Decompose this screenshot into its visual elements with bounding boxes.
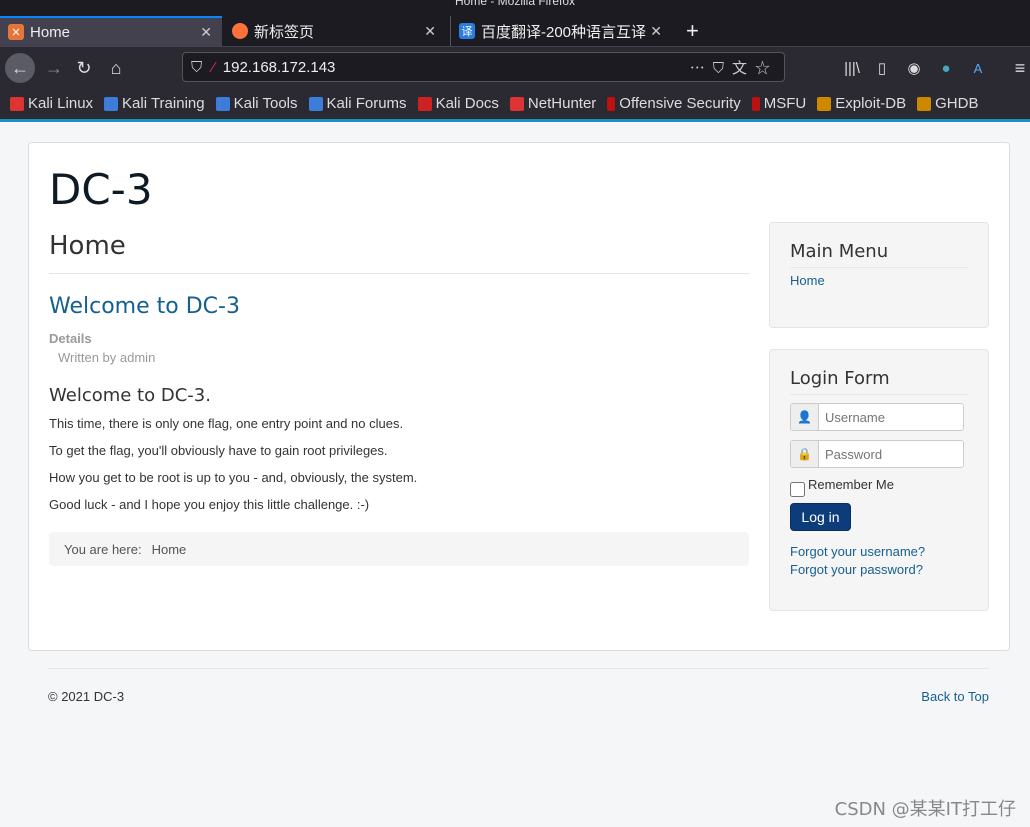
author: Written by admin — [58, 350, 156, 365]
forgot-password-link[interactable]: Forgot your password? — [790, 562, 923, 577]
url-text[interactable]: 192.168.172.143 — [223, 59, 336, 76]
bookmark-nethunter[interactable]: NetHunter — [509, 95, 596, 112]
shield-icon[interactable]: ⛉ — [191, 59, 202, 76]
username-field: 👤 — [790, 403, 964, 431]
paragraph: How you get to be root is up to you - an… — [49, 470, 418, 485]
library-icon[interactable]: |||\ — [838, 54, 866, 82]
bookmark-kali-forums[interactable]: Kali Forums — [308, 95, 407, 112]
footer: © 2021 DC-3 Back to Top — [48, 668, 989, 704]
breadcrumb-current: Home — [151, 541, 187, 557]
main-menu-title: Main Menu — [790, 241, 968, 268]
window-title: Home - Mozilla Firefox — [0, 0, 1030, 14]
paragraph: To get the flag, you'll obviously have t… — [49, 443, 388, 458]
page-top-border — [0, 119, 1030, 122]
forgot-username-link[interactable]: Forgot your username? — [790, 544, 925, 559]
reload-icon[interactable]: ↻ — [70, 54, 98, 82]
paragraph: Good luck - and I hope you enjoy this li… — [49, 497, 370, 512]
forward-icon[interactable]: → — [40, 54, 68, 82]
close-tab-icon[interactable]: ✕ — [650, 23, 662, 40]
close-tab-icon[interactable]: ✕ — [200, 24, 212, 41]
main-menu-module: Main Menu Home — [769, 222, 989, 328]
remember-checkbox[interactable] — [790, 482, 805, 497]
back-icon[interactable]: ← — [5, 53, 35, 83]
account-icon[interactable]: ◉ — [900, 54, 928, 82]
insecure-lock-icon[interactable]: ⁄ — [212, 59, 215, 76]
nethunter-icon — [509, 96, 524, 111]
kali-icon — [10, 96, 24, 111]
watermark: CSDN @某某IT打工仔 — [834, 799, 1016, 820]
password-input[interactable] — [819, 441, 963, 467]
close-tab-icon[interactable]: ✕ — [424, 23, 436, 40]
bookmarks-bar: Kali Linux Kali Training Kali Tools Kali… — [0, 88, 1030, 119]
login-title: Login Form — [790, 368, 968, 395]
site-body: DC-3 Home Welcome to DC-3 Details Writte… — [28, 142, 1010, 651]
page-actions-icons[interactable]: ⋯⛉文☆ — [690, 57, 784, 78]
bookmark-msfu[interactable]: MSFU — [751, 95, 806, 112]
offsec-icon — [607, 96, 616, 111]
ghdb-icon — [917, 96, 932, 111]
sidebar-icon[interactable]: ▯ — [868, 54, 896, 82]
tab-label: 新标签页 — [254, 23, 315, 41]
kali-icon — [308, 96, 323, 111]
bookmark-kali-docs[interactable]: Kali Docs — [417, 95, 499, 112]
bookmark-kali-tools[interactable]: Kali Tools — [215, 95, 298, 112]
bookmark-offensive-security[interactable]: Offensive Security — [607, 95, 741, 112]
main-content: Home Welcome to DC-3 Details Written by … — [49, 231, 749, 566]
tab-bar: ✕ Home ✕ 新标签页 ✕ 译百度翻译-200种语言互译 ✕ + — [0, 14, 1030, 46]
home-icon[interactable]: ⌂ — [102, 54, 130, 82]
bookmark-kali-training[interactable]: Kali Training — [104, 95, 205, 112]
kali-icon — [104, 96, 119, 111]
login-module: Login Form 👤 🔒 Remember Me Log in Forgot… — [769, 349, 989, 611]
site-brand[interactable]: DC-3 — [49, 165, 153, 214]
bookmark-exploit-db[interactable]: Exploit-DB — [817, 95, 906, 112]
password-field: 🔒 — [790, 440, 964, 468]
user-icon: 👤 — [791, 404, 819, 430]
tab-baidu-translate[interactable]: 译百度翻译-200种语言互译 ✕ — [450, 16, 672, 46]
article-heading: Welcome to DC-3. — [49, 385, 211, 406]
extension-icon[interactable]: ● — [932, 54, 960, 82]
bookmark-kali-linux[interactable]: Kali Linux — [10, 95, 93, 112]
login-button[interactable]: Log in — [790, 503, 851, 531]
joomla-icon: ✕ — [8, 24, 24, 40]
docs-icon — [417, 96, 432, 111]
nav-bar: ← → ↻ ⌂ ⛉ ⁄ 192.168.172.143 ⋯⛉文☆ |||\ ▯ … — [0, 46, 1030, 88]
tab-label: Home — [30, 23, 71, 41]
tab-home[interactable]: ✕ Home ✕ — [0, 16, 222, 46]
username-input[interactable] — [819, 404, 963, 430]
bookmark-ghdb[interactable]: GHDB — [917, 95, 978, 112]
offsec-icon — [751, 96, 760, 111]
lock-icon: 🔒 — [791, 441, 819, 467]
tab-label: 百度翻译-200种语言互译 — [481, 23, 646, 41]
breadcrumb: You are here: Home — [49, 532, 749, 566]
exploit-db-icon — [817, 96, 832, 111]
firefox-icon — [232, 23, 248, 39]
tab-new[interactable]: 新标签页 ✕ — [224, 16, 446, 46]
paragraph: This time, there is only one flag, one e… — [49, 416, 404, 431]
menu-icon[interactable]: ≡ — [1006, 54, 1030, 82]
menu-item-home[interactable]: Home — [790, 273, 825, 288]
url-bar[interactable]: ⛉ ⁄ 192.168.172.143 ⋯⛉文☆ — [182, 52, 785, 82]
remember-label: Remember Me — [808, 477, 894, 492]
translate-icon: 译 — [459, 23, 475, 39]
kali-icon — [215, 96, 230, 111]
details-label: Details — [49, 331, 92, 346]
page-title: Home — [49, 231, 749, 274]
new-tab-button[interactable]: + — [678, 16, 699, 46]
copyright: © 2021 DC-3 — [48, 689, 125, 704]
translate-extension-icon[interactable]: A — [964, 54, 992, 82]
back-to-top-link[interactable]: Back to Top — [921, 689, 989, 704]
article-title[interactable]: Welcome to DC-3 — [49, 294, 749, 319]
